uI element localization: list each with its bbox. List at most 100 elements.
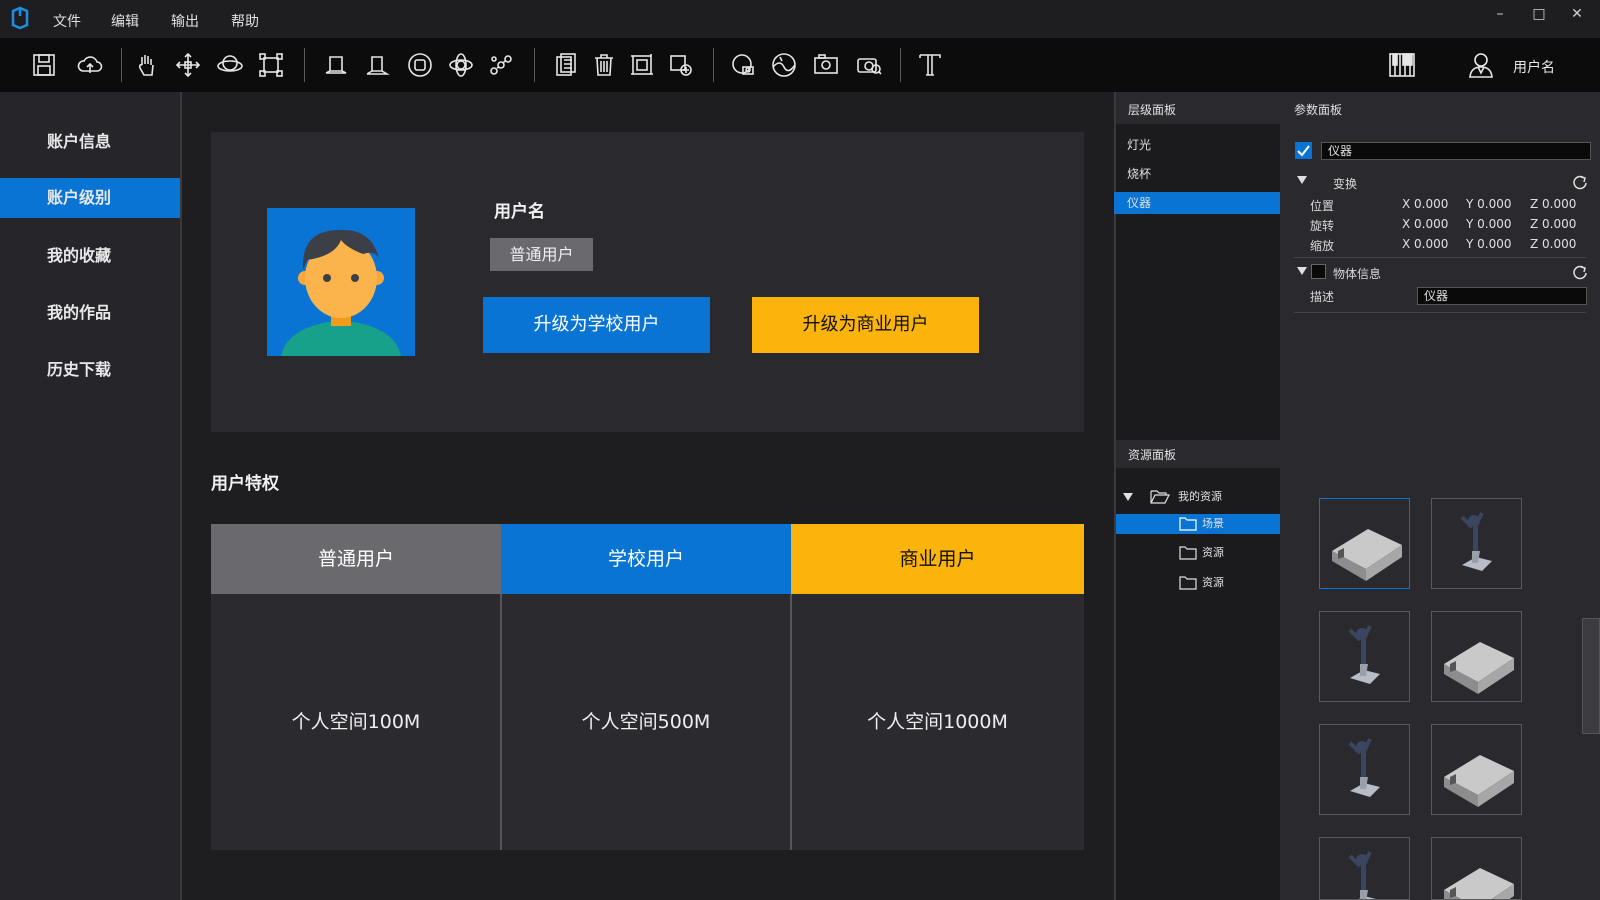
plan-divider: [790, 594, 792, 850]
upgrade-business-button[interactable]: 升级为商业用户: [752, 297, 979, 353]
plan-divider: [500, 594, 502, 850]
collapse-triangle-icon[interactable]: [1296, 175, 1308, 185]
hierarchy-item-instrument[interactable]: 仪器: [1114, 192, 1280, 214]
rotation-label: 旋转: [1310, 219, 1335, 233]
sidebar-item-account-info[interactable]: 账户信息: [0, 122, 180, 162]
resource-thumbnail-stand[interactable]: [1319, 837, 1410, 900]
rotation-x[interactable]: X 0.000: [1402, 217, 1448, 231]
maximize-button[interactable]: □: [1527, 6, 1551, 26]
folder-open-icon: [1150, 490, 1170, 504]
position-y[interactable]: Y 0.000: [1466, 197, 1512, 211]
scale-x[interactable]: X 0.000: [1402, 237, 1448, 251]
plan-header-business: 商业用户: [791, 524, 1084, 594]
visible-checkbox[interactable]: [1295, 142, 1312, 159]
hand-icon[interactable]: [133, 51, 161, 79]
description-label: 描述: [1310, 290, 1335, 304]
folder-icon: [1179, 517, 1197, 531]
tree-item-resource[interactable]: 资源: [1202, 543, 1224, 563]
menu-edit[interactable]: 编辑: [111, 11, 139, 31]
avatar-person-icon: [281, 229, 401, 356]
plan-storage-business: 个人空间1000M: [791, 594, 1084, 850]
resource-thumbnail-stand[interactable]: [1319, 611, 1410, 702]
plan-storage-school: 个人空间500M: [501, 594, 791, 850]
resource-thumbnail-stand[interactable]: [1431, 498, 1522, 589]
sidebar-item-favorites[interactable]: 我的收藏: [0, 236, 180, 276]
resource-thumbnail-box[interactable]: [1431, 724, 1522, 815]
toolbar-separator: [713, 48, 714, 82]
screenshot-icon[interactable]: [812, 51, 840, 79]
toolbar-separator: [304, 48, 305, 82]
scale-label: 缩放: [1310, 239, 1335, 253]
tree-item-resource[interactable]: 资源: [1202, 573, 1224, 593]
tree-root-my-resources[interactable]: 我的资源: [1178, 487, 1222, 507]
resource-title: 资源面板: [1128, 448, 1177, 462]
hierarchy-title: 层级面板: [1128, 103, 1177, 117]
user-icon[interactable]: [1467, 51, 1495, 79]
position-x[interactable]: X 0.000: [1402, 197, 1448, 211]
box-icon[interactable]: [322, 51, 350, 79]
resource-thumbnail-box[interactable]: [1431, 837, 1522, 900]
collapse-triangle-icon[interactable]: [1296, 266, 1308, 276]
transform-label: 变换: [1333, 177, 1358, 191]
reset-transform-icon[interactable]: [1572, 174, 1588, 190]
hierarchy-item-beaker[interactable]: 烧杯: [1114, 163, 1280, 185]
checkmark-icon: [1297, 145, 1310, 157]
resource-thumbnail-stand[interactable]: [1319, 724, 1410, 815]
sidebar-item-works[interactable]: 我的作品: [0, 293, 180, 333]
plane-icon[interactable]: [363, 51, 391, 79]
object-info-label: 物体信息: [1333, 267, 1382, 281]
plan-storage-normal: 个人空间100M: [211, 594, 501, 850]
position-z[interactable]: Z 0.000: [1530, 197, 1576, 211]
position-icon[interactable]: [667, 51, 695, 79]
description-field[interactable]: 仪器: [1417, 287, 1587, 305]
plan-header-school: 学校用户: [501, 524, 791, 594]
tree-item-selected-bg: [1116, 514, 1280, 534]
title-bar: 文件 编辑 输出 帮助 – □ ✕: [0, 0, 1600, 38]
keyboard-icon[interactable]: [1388, 51, 1416, 79]
hierarchy-item-light[interactable]: 灯光: [1114, 134, 1280, 156]
collapse-triangle-icon[interactable]: [1122, 492, 1134, 502]
object-info-checkbox[interactable]: [1311, 264, 1326, 279]
resource-thumbnail-box[interactable]: [1431, 611, 1522, 702]
scale-icon[interactable]: [257, 51, 285, 79]
move-icon[interactable]: [174, 51, 202, 79]
rotation-y[interactable]: Y 0.000: [1466, 217, 1512, 231]
orbit-icon[interactable]: [216, 51, 244, 79]
tree-item-scene[interactable]: 场景: [1202, 514, 1224, 534]
sidebar-item-download-history[interactable]: 历史下载: [0, 350, 180, 390]
divider: [1294, 312, 1586, 313]
toolbar: [0, 38, 1600, 92]
circle-icon[interactable]: [406, 51, 434, 79]
position-label: 位置: [1310, 199, 1335, 213]
scale-z[interactable]: Z 0.000: [1530, 237, 1576, 251]
rotate-icon[interactable]: [447, 51, 475, 79]
cloud-upload-icon[interactable]: [76, 51, 104, 79]
profile-username: 用户名: [494, 202, 545, 222]
sidebar-item-account-level[interactable]: 账户级别: [0, 178, 180, 218]
delete-icon[interactable]: [590, 51, 618, 79]
resource-thumbnail-box[interactable]: [1319, 498, 1410, 589]
scale-y[interactable]: Y 0.000: [1466, 237, 1512, 251]
render-icon[interactable]: [855, 51, 883, 79]
toolbar-separator: [121, 48, 122, 82]
transform-icon[interactable]: [487, 51, 515, 79]
close-button[interactable]: ✕: [1565, 6, 1589, 26]
toolbar-username[interactable]: 用户名: [1513, 57, 1555, 77]
folder-icon: [1179, 546, 1197, 560]
camera-icon[interactable]: [729, 51, 757, 79]
frame-icon[interactable]: [628, 51, 656, 79]
menu-help[interactable]: 帮助: [231, 11, 259, 31]
minimize-button[interactable]: –: [1488, 6, 1512, 26]
menu-file[interactable]: 文件: [53, 11, 81, 31]
reset-info-icon[interactable]: [1572, 264, 1588, 280]
resource-scrollbar[interactable]: [1582, 618, 1600, 734]
object-name-field[interactable]: 仪器: [1321, 142, 1591, 160]
save-icon[interactable]: [30, 51, 58, 79]
sphere-icon[interactable]: [770, 51, 798, 79]
menu-output[interactable]: 输出: [171, 11, 199, 31]
upgrade-school-button[interactable]: 升级为学校用户: [483, 297, 710, 353]
paste-icon[interactable]: [551, 51, 579, 79]
text-icon[interactable]: [916, 51, 944, 79]
resource-header: [1114, 440, 1600, 468]
rotation-z[interactable]: Z 0.000: [1530, 217, 1576, 231]
